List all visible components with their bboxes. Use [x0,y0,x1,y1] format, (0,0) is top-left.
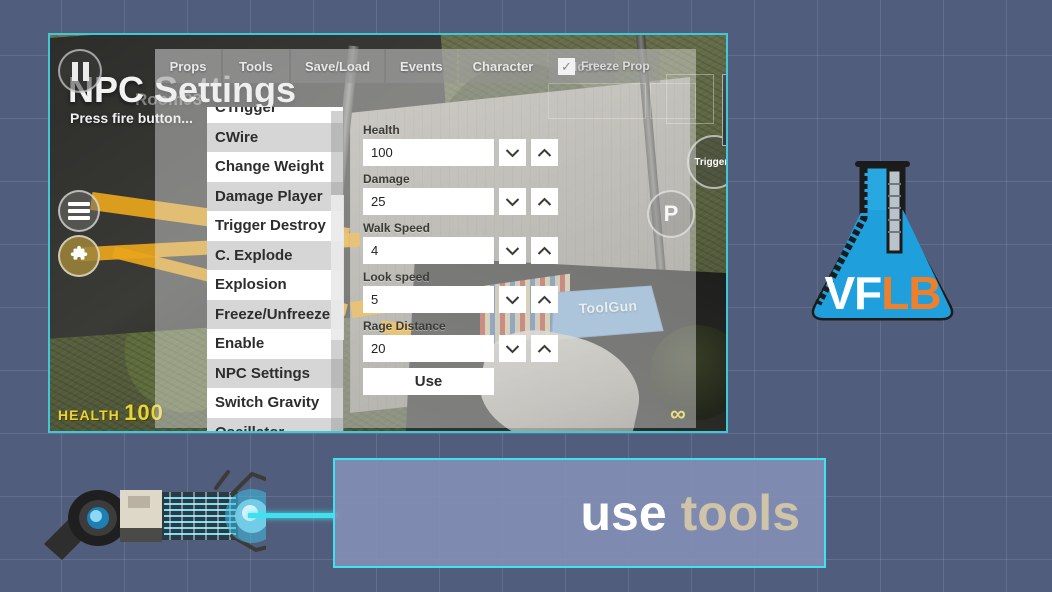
health-field-label: Health [363,123,559,137]
chevron-down-icon[interactable] [499,237,526,264]
walk-speed-field-row: 4 [363,237,559,264]
damage-input[interactable]: 25 [363,188,494,215]
tab-character[interactable]: Character [459,49,548,83]
tab-bar: Props Tools Save/Load Events Character H… [155,49,615,83]
health-value: 100 [124,400,164,425]
chevron-down-icon[interactable] [499,188,526,215]
look-speed-field-label: Look speed [363,270,559,284]
game-view[interactable]: ToolGun Room93 NPC Settings Press fire b… [48,33,728,433]
ammo-infinity-icon: ∞ [670,403,686,425]
tab-events[interactable]: Events [386,49,457,83]
list-item[interactable]: Change Weight [207,152,343,182]
rage-distance-input[interactable]: 20 [363,335,494,362]
health-hud: HEALTH 100 [58,400,164,426]
list-item[interactable]: Switch Gravity [207,388,343,418]
chevron-up-icon[interactable] [531,237,558,264]
list-item[interactable]: Enable [207,329,343,359]
look-speed-field-row: 5 [363,286,559,313]
prop-list[interactable]: CTrigger CWire Change Weight Damage Play… [207,107,343,433]
list-item[interactable]: Oscillator [207,418,343,434]
vflb-text-secondary: LB [881,267,940,319]
npc-settings-form: Health 100 Damage 25 Walk Speed 4 [363,123,559,395]
bottom-banner: use tools [333,458,826,568]
list-scrollbar-thumb[interactable] [331,195,344,340]
chevron-up-icon[interactable] [531,139,558,166]
health-field-row: 100 [363,139,559,166]
puzzle-piece-icon[interactable] [58,235,100,277]
gravity-gun-icon [36,466,266,566]
list-item[interactable]: C. Explode [207,241,343,271]
look-speed-input[interactable]: 5 [363,286,494,313]
list-item[interactable]: Freeze/Unfreeze [207,300,343,330]
chevron-down-icon[interactable] [499,286,526,313]
prop-preview-thumbnail[interactable] [722,74,728,146]
pause-icon[interactable] [58,49,102,93]
rage-distance-field-row: 20 [363,335,559,362]
freeze-prop-checkbox[interactable]: ✓ Freeze Prop [548,49,660,83]
chevron-up-icon[interactable] [531,286,558,313]
hamburger-menu-icon[interactable] [58,190,100,232]
banner-word-secondary: tools [681,485,800,541]
list-item[interactable]: Damage Player [207,182,343,212]
list-item[interactable]: NPC Settings [207,359,343,389]
banner-text: use tools [580,488,800,538]
list-item[interactable]: CWire [207,123,343,153]
vflb-text-primary: VF [824,267,881,319]
chevron-down-icon[interactable] [499,335,526,362]
checkmark-icon: ✓ [558,58,575,75]
rage-distance-field-label: Rage Distance [363,319,559,333]
chevron-down-icon[interactable] [499,139,526,166]
player-button[interactable]: P [647,190,695,238]
damage-field-row: 25 [363,188,559,215]
banner-word-primary: use [580,485,666,541]
list-item[interactable]: Trigger Destroy [207,211,343,241]
freeze-prop-label: Freeze Prop [581,59,650,73]
chevron-up-icon[interactable] [531,188,558,215]
vflb-logo: VFLB [800,148,965,328]
list-item[interactable]: CTrigger [207,107,343,123]
gun-beam [248,513,338,518]
walk-speed-input[interactable]: 4 [363,237,494,264]
list-item[interactable]: Explosion [207,270,343,300]
tab-row-ghost-frame [548,83,646,119]
tab-row-ghost-frame [650,83,696,119]
tab-tools[interactable]: Tools [223,49,289,83]
damage-field-label: Damage [363,172,559,186]
tab-save-load[interactable]: Save/Load [291,49,384,83]
tab-props[interactable]: Props [155,49,221,83]
use-button[interactable]: Use [363,368,494,395]
chevron-up-icon[interactable] [531,335,558,362]
health-label: HEALTH [58,407,120,423]
vflb-wordmark: VFLB [800,270,965,316]
health-input[interactable]: 100 [363,139,494,166]
overlay-subtitle: Press fire button... [70,110,193,126]
walk-speed-field-label: Walk Speed [363,221,559,235]
